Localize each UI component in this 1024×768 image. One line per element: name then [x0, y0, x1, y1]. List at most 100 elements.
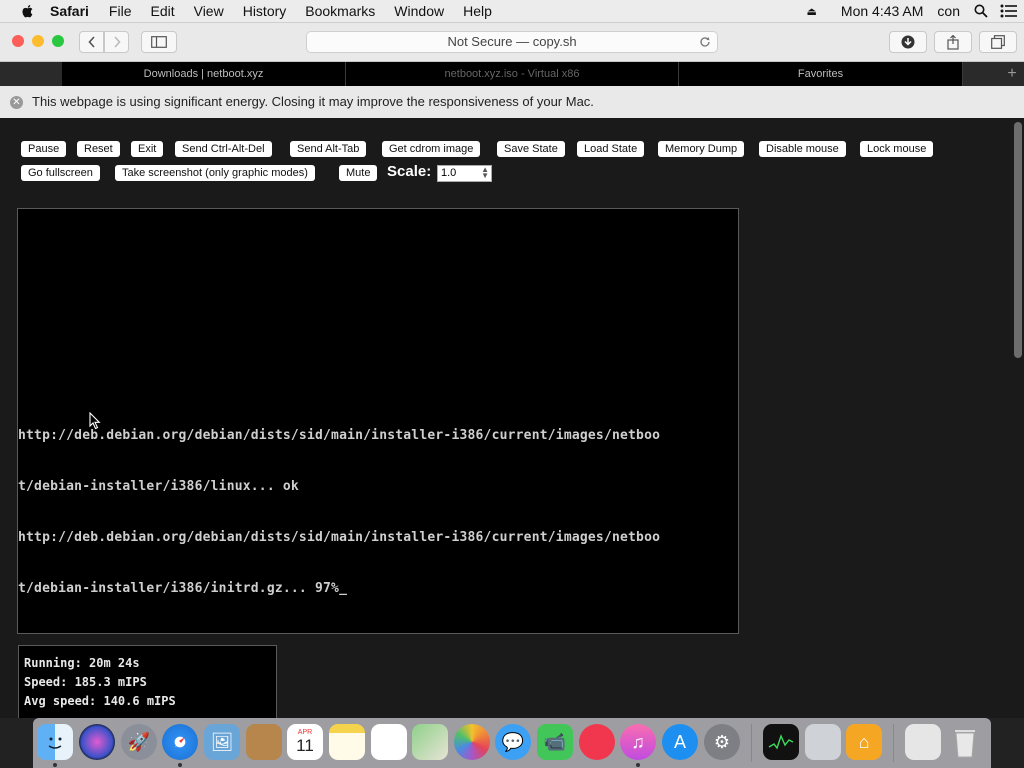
tab-label: netboot.xyz.iso - Virtual x86 [444, 68, 580, 80]
calendar-icon[interactable]: APR 11 [287, 724, 323, 760]
reset-button[interactable]: Reset [77, 141, 120, 157]
activity-monitor-icon[interactable] [763, 724, 799, 760]
menu-app-safari[interactable]: Safari [50, 3, 89, 19]
disable-mouse-button[interactable]: Disable mouse [759, 141, 846, 157]
address-text: Not Secure — copy.sh [447, 34, 577, 49]
energy-message: This webpage is using significant energy… [32, 94, 594, 109]
mute-button[interactable]: Mute [339, 165, 378, 181]
menu-view[interactable]: View [194, 3, 224, 19]
menu-clock[interactable]: Mon 4:43 AM [841, 3, 924, 19]
maps-icon[interactable] [412, 724, 448, 760]
memory-dump-button[interactable]: Memory Dump [658, 141, 745, 157]
address-bar[interactable]: Not Secure — copy.sh [306, 31, 718, 53]
menu-window[interactable]: Window [394, 3, 444, 19]
pause-button[interactable]: Pause [21, 141, 67, 157]
spotlight-search-icon[interactable] [974, 4, 988, 18]
forward-button[interactable] [104, 31, 129, 53]
tab-label: Downloads | netboot.xyz [143, 68, 264, 80]
downloads-folder-icon[interactable] [905, 724, 941, 760]
eject-icon[interactable]: ⏏ [807, 5, 817, 18]
console-line: t/debian-installer/i386/initrd.gz... 97%… [18, 581, 348, 596]
zoom-window-button[interactable] [52, 35, 64, 47]
console-line: t/debian-installer/i386/linux... ok [18, 479, 299, 494]
dock-separator [751, 724, 752, 762]
tab-label: Favorites [797, 68, 844, 80]
load-state-button[interactable]: Load State [577, 141, 645, 157]
running-indicator [636, 763, 640, 767]
send-ctrl-alt-del-button[interactable]: Send Ctrl-Alt-Del [175, 141, 272, 157]
tab-bar: Downloads | netboot.xyz netboot.xyz.iso … [0, 62, 1024, 86]
browser-toolbar: Not Secure — copy.sh [0, 23, 1024, 62]
scale-input[interactable]: 1.0 ▲ ▼ [437, 165, 492, 182]
menu-bookmarks[interactable]: Bookmarks [305, 3, 375, 19]
music-icon[interactable]: ♫ [620, 724, 656, 760]
messages-icon[interactable]: 💬 [495, 724, 531, 760]
menu-edit[interactable]: Edit [150, 3, 174, 19]
home-icon[interactable]: ⌂ [846, 724, 882, 760]
take-screenshot-button[interactable]: Take screenshot (only graphic modes) [115, 165, 315, 181]
menu-file[interactable]: File [109, 3, 132, 19]
download-icon [901, 35, 915, 49]
console-output: http://deb.debian.org/debian/dists/sid/m… [18, 393, 738, 631]
tabs-icon [991, 35, 1005, 49]
siri-icon[interactable] [79, 724, 115, 760]
app-store-icon[interactable]: A [662, 724, 698, 760]
go-fullscreen-button[interactable]: Go fullscreen [21, 165, 100, 181]
running-time: Running: 20m 24s [24, 656, 140, 670]
lock-mouse-button[interactable]: Lock mouse [860, 141, 934, 157]
safari-icon[interactable] [162, 724, 198, 760]
share-button[interactable] [934, 31, 972, 53]
running-indicator [53, 763, 57, 767]
back-button[interactable] [79, 31, 104, 53]
system-preferences-icon[interactable]: ⚙ [704, 724, 740, 760]
menu-history[interactable]: History [243, 3, 287, 19]
launchpad-icon[interactable]: 🚀 [121, 724, 157, 760]
save-state-button[interactable]: Save State [497, 141, 565, 157]
scale-label: Scale: [387, 163, 432, 180]
notes-icon[interactable] [329, 724, 365, 760]
news-icon[interactable] [579, 724, 615, 760]
energy-banner: ✕ This webpage is using significant ener… [0, 86, 1024, 119]
emulator-screen[interactable]: http://deb.debian.org/debian/dists/sid/m… [17, 208, 739, 634]
page-content: Pause Reset Exit Send Ctrl-Alt-Del Send … [0, 118, 1024, 718]
sidebar-button[interactable] [141, 31, 177, 53]
dock: 🚀 🖼 APR 11 💬 📹 ♫ A ⚙ ⌂ [33, 718, 991, 768]
send-alt-tab-button[interactable]: Send Alt-Tab [290, 141, 367, 157]
share-icon [947, 34, 959, 50]
tab-overview-button[interactable] [979, 31, 1017, 53]
photos-icon[interactable] [454, 724, 490, 760]
scale-value: 1.0 [441, 167, 457, 179]
new-tab-button[interactable]: + [1000, 62, 1024, 86]
tab-downloads[interactable]: Downloads | netboot.xyz [62, 62, 346, 86]
facetime-icon[interactable]: 📹 [537, 724, 573, 760]
chevron-left-icon [87, 36, 95, 48]
menu-bar: Safari File Edit View History Bookmarks … [0, 0, 1024, 23]
menu-user[interactable]: con [937, 3, 960, 19]
mouse-cursor-icon [89, 412, 101, 430]
trash-icon[interactable] [947, 724, 983, 760]
downloads-button[interactable] [889, 31, 927, 53]
page-scrollbar[interactable] [1014, 122, 1022, 358]
sidebar-icon [151, 36, 167, 48]
exit-button[interactable]: Exit [131, 141, 164, 157]
tab-virtual-x86[interactable]: netboot.xyz.iso - Virtual x86 [346, 62, 679, 86]
console-line: http://deb.debian.org/debian/dists/sid/m… [18, 428, 661, 443]
stats-panel: Running: 20m 24s Speed: 185.3 mIPS Avg s… [18, 645, 277, 718]
apple-icon[interactable] [20, 3, 36, 19]
menu-help[interactable]: Help [463, 3, 492, 19]
stepper-arrows-icon[interactable]: ▲ ▼ [481, 166, 489, 180]
avg-speed-value: Avg speed: 140.6 mIPS [24, 694, 176, 708]
contacts-icon[interactable] [246, 724, 282, 760]
finder-icon[interactable] [37, 724, 73, 760]
reminders-icon[interactable] [371, 724, 407, 760]
chevron-right-icon [113, 36, 121, 48]
notification-center-icon[interactable] [1000, 4, 1018, 18]
close-banner-icon[interactable]: ✕ [10, 96, 23, 109]
reload-icon[interactable] [699, 36, 711, 48]
terminal-icon[interactable] [805, 724, 841, 760]
get-cdrom-image-button[interactable]: Get cdrom image [382, 141, 481, 157]
minimize-window-button[interactable] [32, 35, 44, 47]
close-window-button[interactable] [12, 35, 24, 47]
preview-icon[interactable]: 🖼 [204, 724, 240, 760]
tab-favorites[interactable]: Favorites [679, 62, 963, 86]
